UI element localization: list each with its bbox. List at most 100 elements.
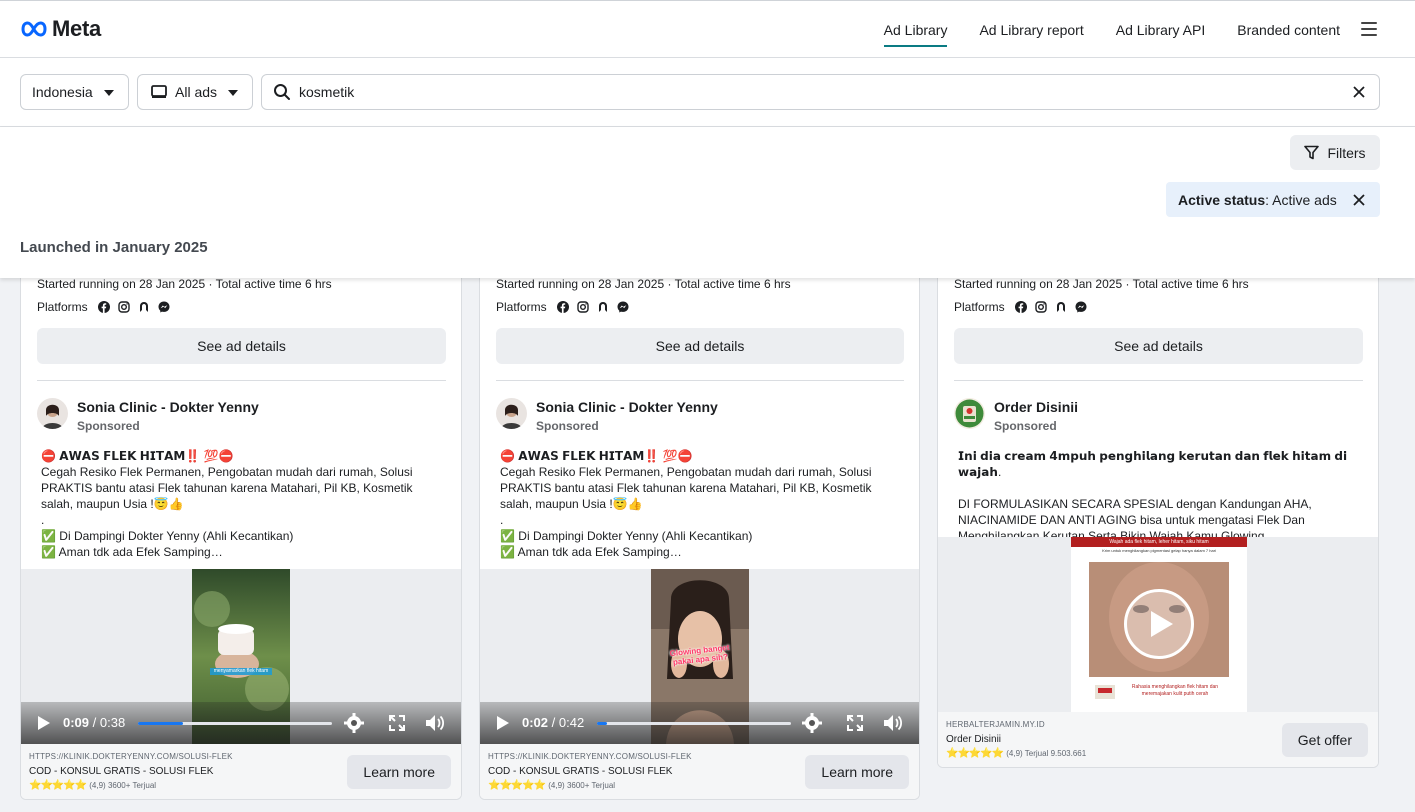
caret-down-icon bbox=[228, 90, 238, 96]
cta-rating: ⭐⭐⭐⭐⭐ (4,9) Terjual 9.503.661 bbox=[946, 748, 1086, 759]
cta-url: HTTPS://KLINIK.DOKTERYENNY.COM/SOLUSI-FL… bbox=[488, 752, 692, 761]
cta-url: HERBALTERJAMIN.MY.ID bbox=[946, 720, 1045, 729]
video-thumbnail: Wajah ada flek hitam, leher hitam, siku … bbox=[1071, 537, 1247, 712]
ad-text-line: Cegah Resiko Flek Permanen, Pengobatan m… bbox=[500, 465, 872, 511]
ad-text-line: ✅ Aman tdk ada Efek Samping… bbox=[41, 545, 223, 559]
play-button-icon[interactable] bbox=[1124, 589, 1194, 659]
platforms-label: Platforms bbox=[954, 300, 1005, 314]
thumbnail-bottom-text: Rahasia menghilangkan flek hitam dan mer… bbox=[1131, 684, 1219, 697]
learn-more-button[interactable]: Learn more bbox=[805, 755, 909, 789]
meta-infinity-icon bbox=[21, 21, 47, 37]
progress-fill bbox=[138, 722, 183, 725]
nav-ad-library-api[interactable]: Ad Library API bbox=[1116, 1, 1206, 59]
facebook-icon bbox=[556, 301, 569, 313]
duration: / 0:38 bbox=[89, 715, 126, 730]
cta-title: COD - KONSUL GRATIS - SOLUSI FLEK bbox=[29, 766, 214, 777]
cta-url: HTTPS://KLINIK.DOKTERYENNY.COM/SOLUSI-FL… bbox=[29, 752, 233, 761]
ad-type-dropdown[interactable]: All ads bbox=[137, 74, 253, 110]
learn-more-button[interactable]: Learn more bbox=[347, 755, 451, 789]
advertiser-name[interactable]: Sonia Clinic - Dokter Yenny bbox=[77, 399, 259, 415]
rating-stars: ⭐⭐⭐⭐⭐ bbox=[946, 748, 1004, 759]
filters-button[interactable]: Filters bbox=[1290, 135, 1380, 170]
nav-branded-content[interactable]: Branded content bbox=[1237, 1, 1340, 59]
nav-ad-library-report[interactable]: Ad Library report bbox=[979, 1, 1083, 59]
meta-logo[interactable]: Meta bbox=[20, 16, 101, 42]
cta-row[interactable]: HTTPS://KLINIK.DOKTERYENNY.COM/SOLUSI-FL… bbox=[21, 744, 461, 799]
advertiser-name[interactable]: Order Disinii bbox=[994, 399, 1078, 415]
ad-card: Started running on 28 Jan 2025 · Total a… bbox=[937, 260, 1379, 768]
hamburger-icon[interactable] bbox=[1361, 22, 1377, 36]
see-ad-details-button[interactable]: See ad details bbox=[954, 328, 1363, 364]
filter-area: Filters Active status: Active ads Launch… bbox=[0, 127, 1415, 278]
thumbnail-sub-text: Krim untuk menghilangkan pigmentasi gela… bbox=[1102, 548, 1216, 553]
thumbnail-top-text: Wajah ada flek hitam, leher hitam, siku … bbox=[1109, 539, 1209, 545]
video-player[interactable]: menyamarkan flek hitam 0:09 / 0:38 bbox=[21, 569, 461, 744]
settings-gear-icon[interactable] bbox=[344, 713, 364, 733]
thumbnail-caption: menyamarkan flek hitam bbox=[213, 668, 269, 674]
remove-filter-icon[interactable] bbox=[1352, 193, 1366, 207]
instagram-icon bbox=[576, 301, 589, 313]
ad-body-text: 𝗜𝗻𝗶 𝗱𝗶𝗮 𝗰𝗿𝗲𝗮𝗺 𝟰𝗺𝗽𝘂𝗵 𝗽𝗲𝗻𝗴𝗵𝗶𝗹𝗮𝗻𝗴 𝗸𝗲𝗿𝘂𝘁𝗮𝗻 𝗱… bbox=[958, 448, 1363, 544]
facebook-icon bbox=[1014, 301, 1027, 313]
video-progress-bar[interactable] bbox=[597, 722, 791, 725]
filter-icon bbox=[1304, 145, 1320, 160]
fullscreen-icon[interactable] bbox=[847, 715, 863, 731]
rating-text: (4,9) Terjual 9.503.661 bbox=[1006, 749, 1087, 758]
started-running-text: Started running on 28 Jan 2025 · Total a… bbox=[37, 277, 332, 291]
instagram-icon bbox=[117, 301, 130, 313]
ad-text-line: ⛔ 𝗔𝗪𝗔𝗦 𝗙𝗟𝗘𝗞 𝗛𝗜𝗧𝗔𝗠‼️ 💯⛔ bbox=[500, 449, 693, 463]
ad-body-text: ⛔ 𝗔𝗪𝗔𝗦 𝗙𝗟𝗘𝗞 𝗛𝗜𝗧𝗔𝗠‼️ 💯⛔ Cegah Resiko Flek… bbox=[41, 448, 446, 560]
play-icon[interactable] bbox=[37, 715, 51, 731]
volume-icon[interactable] bbox=[883, 714, 903, 732]
country-dropdown[interactable]: Indonesia bbox=[20, 74, 129, 110]
ad-text-line: . bbox=[500, 513, 504, 527]
caret-down-icon bbox=[104, 90, 114, 96]
nav-ad-library[interactable]: Ad Library bbox=[883, 1, 947, 59]
advertiser-avatar[interactable] bbox=[954, 398, 985, 429]
advertiser-name[interactable]: Sonia Clinic - Dokter Yenny bbox=[536, 399, 718, 415]
cta-rating: ⭐⭐⭐⭐⭐ (4,9) 3600+ Terjual bbox=[488, 780, 615, 791]
advertiser-avatar[interactable] bbox=[496, 398, 527, 429]
ad-text-line: 𝗜𝗻𝗶 𝗱𝗶𝗮 𝗰𝗿𝗲𝗮𝗺 𝟰𝗺𝗽𝘂𝗵 𝗽𝗲𝗻𝗴𝗵𝗶𝗹𝗮𝗻𝗴 𝗸𝗲𝗿𝘂𝘁𝗮𝗻 𝗱… bbox=[958, 449, 1348, 479]
active-status-chip: Active status: Active ads bbox=[1166, 182, 1380, 217]
rating-text: (4,9) 3600+ Terjual bbox=[548, 781, 616, 790]
ad-text-line: . bbox=[41, 513, 45, 527]
video-progress-bar[interactable] bbox=[138, 722, 332, 725]
platforms-row: Platforms bbox=[496, 300, 629, 314]
advertiser-header: Sonia Clinic - Dokter Yenny Sponsored bbox=[496, 398, 718, 433]
search-field[interactable] bbox=[261, 74, 1380, 110]
ad-text-line: Cegah Resiko Flek Permanen, Pengobatan m… bbox=[41, 465, 413, 511]
advertiser-avatar[interactable] bbox=[37, 398, 68, 429]
settings-gear-icon[interactable] bbox=[802, 713, 822, 733]
see-ad-details-button[interactable]: See ad details bbox=[37, 328, 446, 364]
platforms-row: Platforms bbox=[954, 300, 1087, 314]
audience-network-icon bbox=[598, 302, 607, 312]
sponsored-label: Sponsored bbox=[77, 419, 140, 433]
cta-row[interactable]: HTTPS://KLINIK.DOKTERYENNY.COM/SOLUSI-FL… bbox=[480, 744, 919, 799]
video-player[interactable]: Glowing banget pakai apa sih? 0:02 / 0:4… bbox=[480, 569, 919, 744]
ad-text-line: ✅ Aman tdk ada Efek Samping… bbox=[500, 545, 682, 559]
facebook-icon bbox=[97, 301, 110, 313]
video-player[interactable]: Wajah ada flek hitam, leher hitam, siku … bbox=[938, 537, 1378, 712]
search-icon bbox=[274, 84, 290, 100]
filters-label: Filters bbox=[1327, 144, 1366, 161]
active-status-key: Active status bbox=[1178, 191, 1266, 208]
video-controls: 0:09 / 0:38 bbox=[21, 702, 461, 744]
audience-network-icon bbox=[1056, 302, 1065, 312]
top-nav: Meta Ad Library Ad Library report Ad Lib… bbox=[0, 0, 1415, 58]
rating-stars: ⭐⭐⭐⭐⭐ bbox=[29, 780, 87, 791]
see-ad-details-button[interactable]: See ad details bbox=[496, 328, 904, 364]
fullscreen-icon[interactable] bbox=[389, 715, 405, 731]
play-icon[interactable] bbox=[496, 715, 510, 731]
volume-icon[interactable] bbox=[425, 714, 445, 732]
country-value: Indonesia bbox=[32, 84, 93, 100]
get-offer-button[interactable]: Get offer bbox=[1281, 723, 1368, 757]
messenger-icon bbox=[617, 301, 629, 313]
clear-search-icon[interactable] bbox=[1351, 84, 1367, 100]
platforms-row: Platforms bbox=[37, 300, 170, 314]
rating-text: (4,9) 3600+ Terjual bbox=[89, 781, 157, 790]
current-time: 0:09 bbox=[63, 715, 90, 730]
sponsored-label: Sponsored bbox=[994, 419, 1057, 433]
search-input[interactable] bbox=[299, 84, 1299, 100]
cta-row[interactable]: HERBALTERJAMIN.MY.ID Order Disinii ⭐⭐⭐⭐⭐… bbox=[938, 712, 1378, 767]
